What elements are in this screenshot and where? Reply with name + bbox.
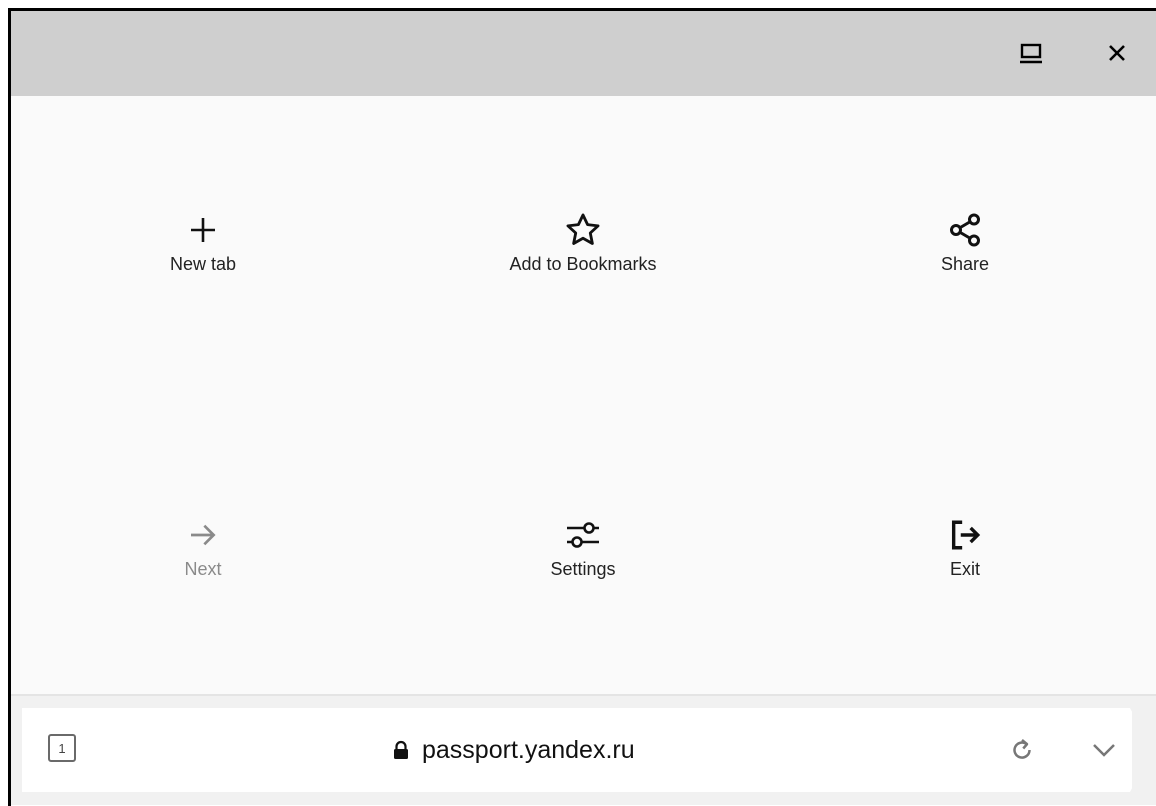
menu-top-bar [8,8,1156,96]
star-icon [561,208,605,252]
minimize-window-icon [1020,43,1042,64]
browser-menu-window: New tab Add to Bookmarks Share Next Sett… [8,8,1156,805]
menu-item-share[interactable]: Share [845,208,1085,328]
menu-item-add-to-bookmarks[interactable]: Add to Bookmarks [463,208,703,328]
bottom-toolbar: 1 passport.yandex.ru [8,694,1156,805]
close-icon [1109,45,1125,61]
menu-item-new-tab[interactable]: New tab [83,208,323,328]
address-bar[interactable]: 1 passport.yandex.ru [22,708,1132,792]
exit-icon [943,513,987,557]
menu-item-exit[interactable]: Exit [845,513,1085,633]
menu-item-label: Share [940,254,990,274]
menu-item-label: Exit [949,559,980,579]
menu-item-label: Settings [550,559,616,579]
url-display[interactable]: passport.yandex.ru [392,728,635,772]
tab-counter-button[interactable]: 1 [48,734,76,762]
reload-button[interactable] [1002,730,1042,770]
minimize-window-button[interactable] [1008,30,1054,76]
share-icon [943,208,987,252]
menu-item-label: Add to Bookmarks [509,254,657,274]
url-text: passport.yandex.ru [422,735,635,764]
settings-sliders-icon [561,513,605,557]
menu-item-label: Next [184,559,222,579]
plus-icon [181,208,225,252]
reload-icon [1013,739,1031,759]
chevron-down-icon [1093,744,1115,757]
close-button[interactable] [1094,30,1140,76]
lock-icon [392,739,412,761]
arrow-right-icon [181,513,225,557]
menu-item-label: New tab [169,254,237,274]
expand-button[interactable] [1084,730,1124,770]
menu-item-settings[interactable]: Settings [463,513,703,633]
menu-item-next[interactable]: Next [83,513,323,633]
